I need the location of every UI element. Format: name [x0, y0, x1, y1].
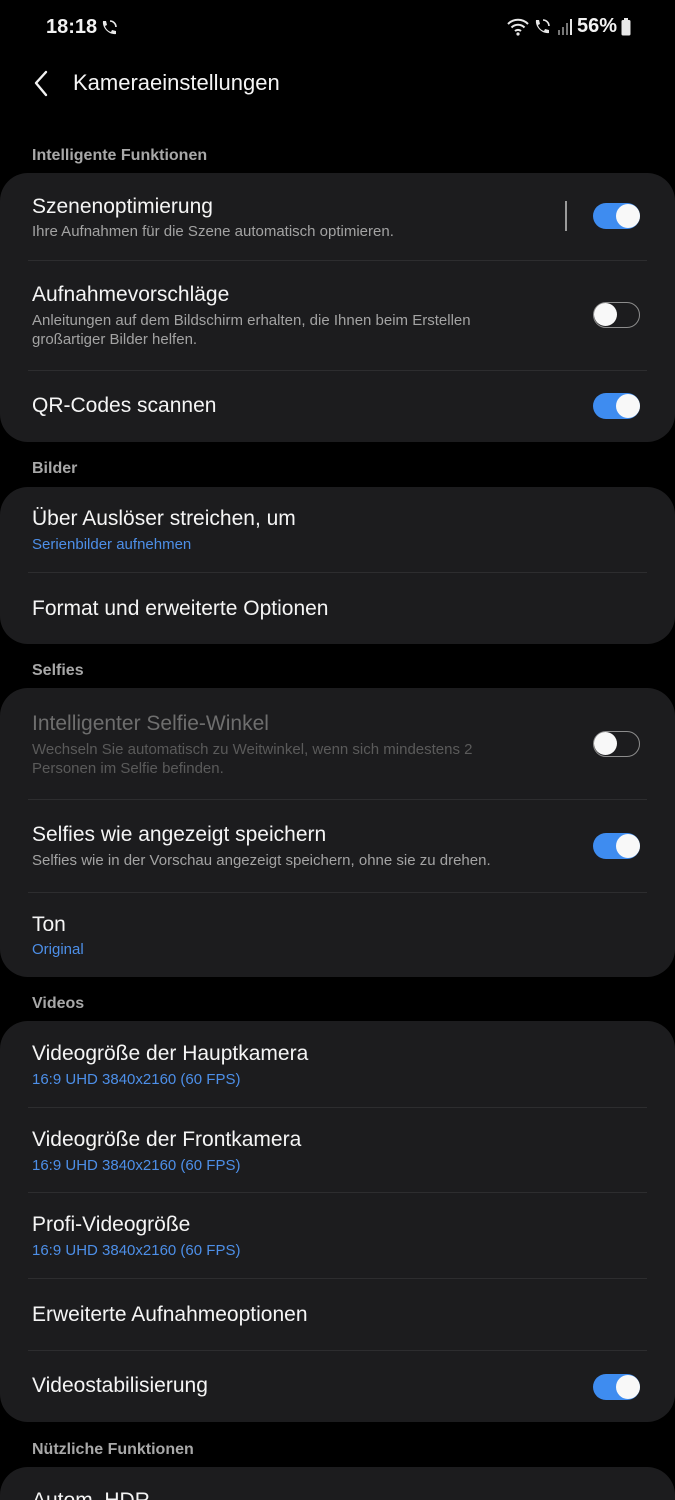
- setting-value: Original: [32, 941, 84, 958]
- scene-optimizer-toggle[interactable]: [593, 203, 640, 229]
- card-videos: Videogröße der Hauptkamera 16:9 UHD 3840…: [0, 1021, 675, 1422]
- setting-description: Anleitungen auf dem Bildschirm erhalten,…: [32, 312, 471, 348]
- setting-advanced-recording[interactable]: Erweiterte Aufnahmeoptionen: [0, 1279, 675, 1350]
- section-header-videos: Videos: [32, 995, 85, 1012]
- setting-value: 16:9 UHD 3840x2160 (60 FPS): [32, 1242, 241, 1259]
- toggle-knob: [616, 834, 640, 858]
- status-time: 18:18: [46, 16, 98, 38]
- setting-title: Videogröße der Frontkamera: [32, 1128, 302, 1151]
- battery-percent: 56%: [576, 15, 617, 37]
- setting-video-stabilization[interactable]: Videostabilisierung: [0, 1351, 675, 1422]
- setting-value: 16:9 UHD 3840x2160 (60 FPS): [32, 1157, 241, 1174]
- battery-icon: [621, 17, 631, 35]
- signal-icon: [557, 18, 572, 35]
- card-pictures: Über Auslöser streichen, um Serienbilder…: [0, 487, 675, 644]
- setting-description: Wechseln Sie automatisch zu Weitwinkel, …: [32, 741, 473, 777]
- toggle-knob: [594, 732, 617, 755]
- setting-swipe-shutter[interactable]: Über Auslöser streichen, um Serienbilder…: [0, 487, 675, 572]
- setting-title: Profi-Videogröße: [32, 1213, 191, 1236]
- smart-selfie-angle-toggle[interactable]: [593, 731, 640, 757]
- wifi-call-icon: [535, 18, 550, 33]
- setting-title: Videogröße der Hauptkamera: [32, 1042, 309, 1065]
- wifi-call-icon: [102, 20, 117, 35]
- wifi-icon: [507, 18, 529, 36]
- setting-title: Über Auslöser streichen, um: [32, 507, 296, 530]
- setting-rear-video-size[interactable]: Videogröße der Hauptkamera 16:9 UHD 3840…: [0, 1021, 675, 1107]
- setting-title: Videostabilisierung: [32, 1374, 208, 1397]
- setting-title: Aufnahmevorschläge: [32, 283, 230, 306]
- setting-title: Ton: [32, 913, 66, 936]
- section-header-selfies: Selfies: [32, 662, 84, 679]
- setting-auto-hdr[interactable]: Autom. HDR: [0, 1467, 675, 1500]
- setting-description: Ihre Aufnahmen für die Szene automatisch…: [32, 223, 394, 240]
- section-header-smart: Intelligente Funktionen: [32, 147, 208, 164]
- setting-format-options[interactable]: Format und erweiterte Optionen: [0, 573, 675, 644]
- setting-description: Selfies wie in der Vorschau angezeigt sp…: [32, 852, 491, 869]
- toggle-knob: [616, 1375, 640, 1399]
- setting-title: Intelligenter Selfie-Winkel: [32, 712, 269, 735]
- card-selfies: Intelligenter Selfie-Winkel Wechseln Sie…: [0, 688, 675, 977]
- section-header-pictures: Bilder: [32, 460, 78, 477]
- toggle-knob: [616, 394, 640, 418]
- page-title: Kameraeinstellungen: [73, 70, 280, 95]
- card-useful-features: Autom. HDR: [0, 1467, 675, 1500]
- setting-scene-optimizer[interactable]: Szenenoptimierung Ihre Aufnahmen für die…: [0, 173, 675, 260]
- scan-qr-toggle[interactable]: [593, 393, 640, 419]
- setting-title: QR-Codes scannen: [32, 394, 217, 417]
- setting-front-video-size[interactable]: Videogröße der Frontkamera 16:9 UHD 3840…: [0, 1108, 675, 1193]
- setting-title: Erweiterte Aufnahmeoptionen: [32, 1303, 308, 1326]
- status-bar: 18:18 56%: [0, 0, 675, 56]
- save-selfies-toggle[interactable]: [593, 833, 640, 859]
- status-icons: 56%: [507, 15, 631, 38]
- card-smart-features: Szenenoptimierung Ihre Aufnahmen für die…: [0, 173, 675, 442]
- setting-tone[interactable]: Ton Original: [0, 893, 675, 977]
- toggle-knob: [616, 204, 640, 228]
- setting-title: Autom. HDR: [32, 1489, 150, 1500]
- toggle-knob: [594, 303, 617, 326]
- setting-title: Szenenoptimierung: [32, 195, 213, 218]
- setting-value: Serienbilder aufnehmen: [32, 536, 192, 553]
- setting-title: Selfies wie angezeigt speichern: [32, 823, 327, 846]
- setting-pro-video-size[interactable]: Profi-Videogröße 16:9 UHD 3840x2160 (60 …: [0, 1193, 675, 1278]
- setting-shot-suggestions[interactable]: Aufnahmevorschläge Anleitungen auf dem B…: [0, 261, 675, 370]
- setting-value: 16:9 UHD 3840x2160 (60 FPS): [32, 1071, 241, 1088]
- shot-suggestions-toggle[interactable]: [593, 302, 640, 328]
- app-header: Kameraeinstellungen: [0, 58, 675, 110]
- section-header-useful: Nützliche Funktionen: [32, 1441, 194, 1458]
- back-arrow-icon[interactable]: [28, 68, 56, 100]
- video-stabilization-toggle[interactable]: [593, 1374, 640, 1400]
- setting-title: Format und erweiterte Optionen: [32, 597, 329, 620]
- setting-scan-qr[interactable]: QR-Codes scannen: [0, 371, 675, 442]
- setting-save-selfies-as-previewed[interactable]: Selfies wie angezeigt speichern Selfies …: [0, 800, 675, 892]
- toggle-separator: [565, 201, 567, 231]
- setting-smart-selfie-angle[interactable]: Intelligenter Selfie-Winkel Wechseln Sie…: [0, 688, 675, 799]
